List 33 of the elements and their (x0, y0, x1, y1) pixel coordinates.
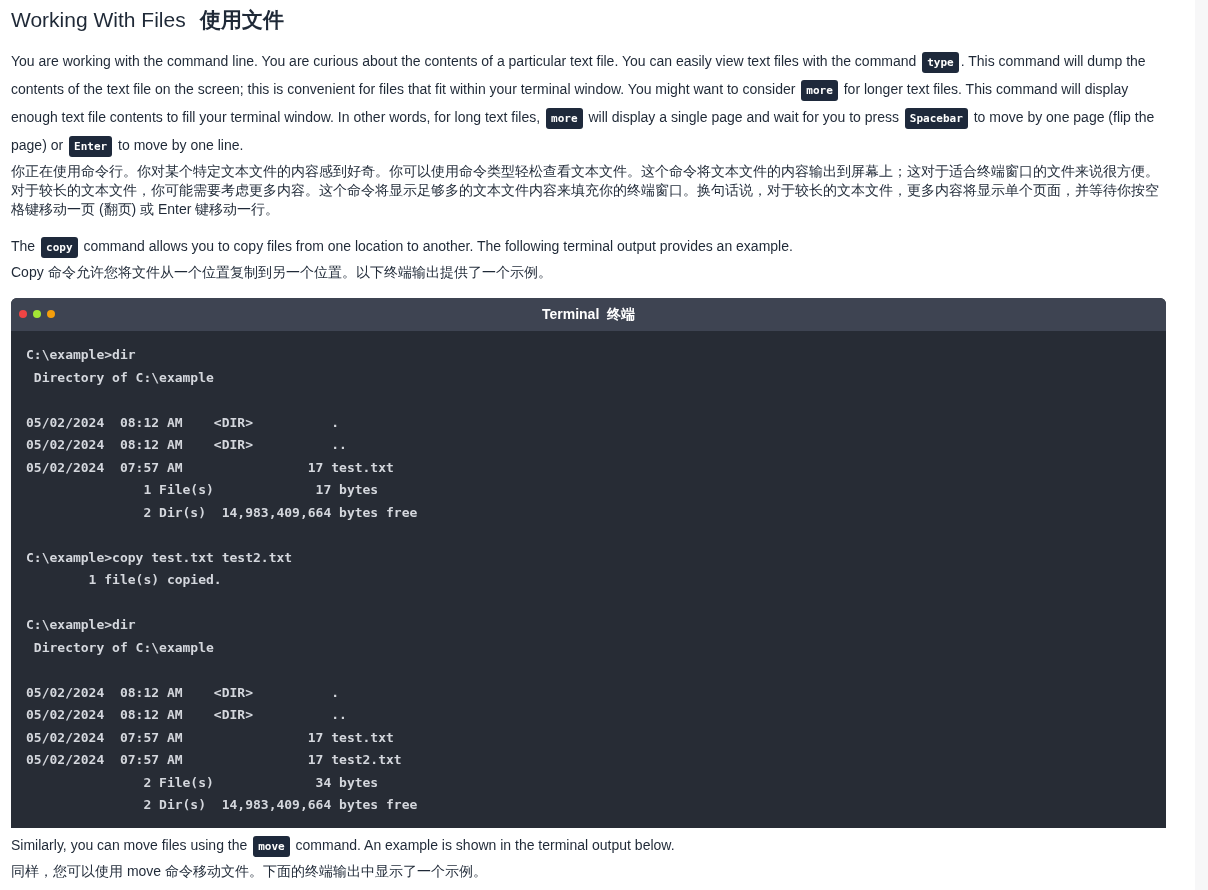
terminal-line: 2 Dir(s) 14,983,409,664 bytes free (142, 796, 418, 814)
terminal-line: C:\example>copy test.txt test2.txt (26, 548, 293, 567)
terminal-title: Terminal 终端 (541, 304, 636, 324)
terminal-line: 05/02/2024 08:12 AM <DIR> . (26, 413, 340, 432)
paragraph-chinese: 同样，您可以使用 move 命令移动文件。下面的终端输出中显示了一个示例。 (11, 862, 488, 881)
paragraph: The copy command allows you to copy files from one location to another. The following terminal output provides an example. (11, 232, 1166, 261)
inline-code: copy (41, 236, 78, 258)
inline-code: Enter (69, 135, 113, 157)
terminal-line: Directory of C:\example (32, 368, 214, 387)
paragraph-chinese: Copy 命令允许您将文件从一个位置复制到另一个位置。以下终端输出提供了一个示例。 (11, 262, 553, 282)
terminal-line: 1 File(s) 17 bytes (142, 481, 379, 499)
terminal-line: 05/02/2024 08:12 AM <DIR> . (26, 683, 340, 702)
paragraph: You are working with the command line. You are curious about the contents of a particular text file. You can easily view text files with the command type . This command will dump the contents of the text file on the screen; this is convenient for files that fit within your terminal window. You might want to consider more for longer text files. This command will display enough text file contents to fill your terminal window. In other words, for long text files, more will display a single page and wait for you to press Spacebar to move by one page (flip the page) or Enter to move by one line. (11, 47, 1166, 160)
terminal-line: 05/02/2024 07:57 AM 17 test2.txt (26, 751, 402, 769)
paragraph: Similarly, you can move files using the move command. An example is shown in the terminal output below. (11, 832, 1166, 860)
terminal-line: 05/02/2024 07:57 AM 17 test.txt (26, 458, 394, 477)
inline-code: type (922, 51, 959, 73)
terminal-line: 2 Dir(s) 14,983,409,664 bytes free (142, 503, 418, 522)
terminal-line: 2 File(s) 34 bytes (142, 773, 379, 792)
paragraph-chinese: 你正在使用命令行。你对某个特定文本文件的内容感到好奇。你可以使用命令类型轻松查看文本文件。这个命令将文本文件的内容输出到屏幕上；这对于适合终端窗口的文件来说很方便。对于较长的文本文件，你可能需要考虑更多内容。这个命令将显示足够多的文本文件内容来填充你的终端窗口。换句话说，对于较长的文本文件，更多内容将显示单个页面，并等待你按空格键移动一页 (翻页) 或 Enter 键移动一行。 (11, 161, 1160, 219)
terminal-line: 1 file(s) copied. (87, 571, 222, 589)
inline-code: Spacebar (904, 107, 968, 129)
page-title: Working With Files (11, 7, 186, 33)
inline-code: move (253, 836, 290, 857)
terminal-line: C:\example>dir (26, 346, 136, 364)
inline-code: more (801, 79, 838, 101)
inline-code: more (546, 107, 583, 129)
terminal-line: C:\example>dir (26, 616, 136, 634)
terminal-line: 05/02/2024 07:57 AM 17 test.txt (26, 728, 394, 747)
terminal-line: 05/02/2024 08:12 AM <DIR> .. (26, 706, 347, 724)
terminal-line: 05/02/2024 08:12 AM <DIR> .. (26, 436, 347, 454)
terminal-line: Directory of C:\example (32, 638, 214, 657)
page-title-chinese: 使用文件 (199, 7, 284, 33)
